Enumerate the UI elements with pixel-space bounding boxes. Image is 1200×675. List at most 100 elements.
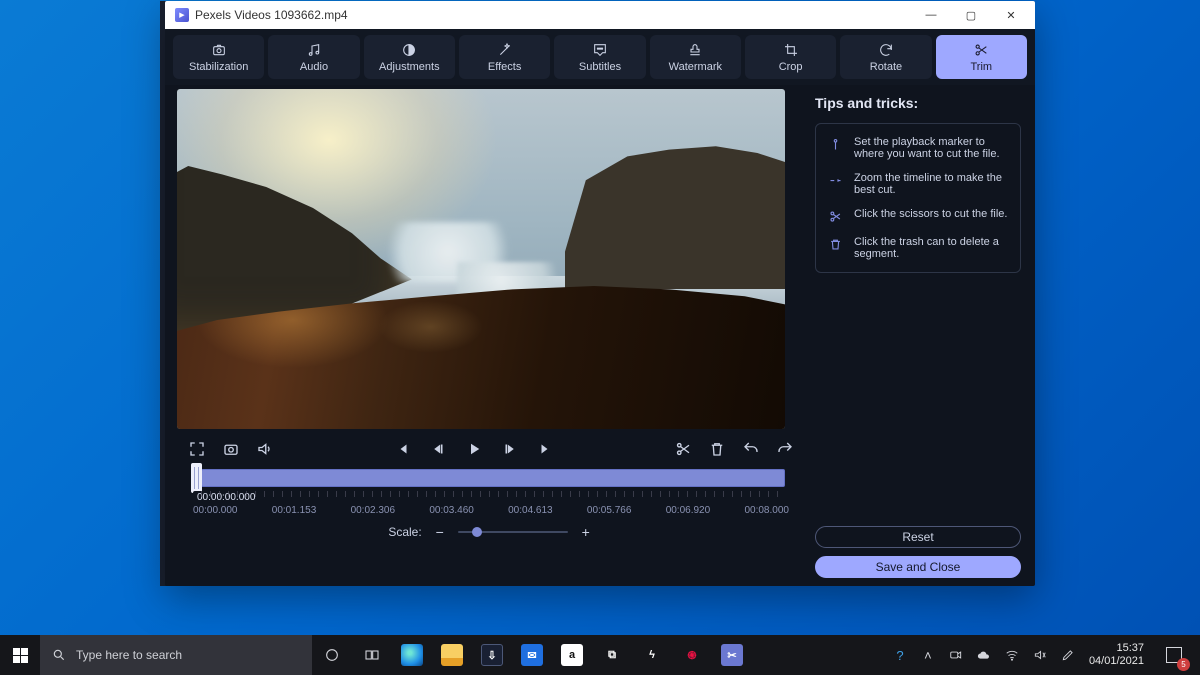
timeline-start-handle[interactable] xyxy=(191,463,202,493)
tip-text: Click the scissors to cut the file. xyxy=(854,208,1007,220)
undo-button[interactable] xyxy=(741,439,761,459)
tool-tabs: Stabilization Audio Adjustments Effects … xyxy=(165,29,1035,85)
reset-button[interactable]: Reset xyxy=(815,526,1021,548)
tab-label: Watermark xyxy=(669,61,722,73)
volume-button[interactable] xyxy=(255,439,275,459)
contrast-icon xyxy=(401,42,417,58)
video-preview[interactable] xyxy=(177,89,785,429)
taskbar-app-explorer[interactable] xyxy=(432,635,472,675)
app-window: Pexels Videos 1093662.mp4 — ▢ ✕ Stabiliz… xyxy=(165,1,1035,586)
scissors-icon xyxy=(826,209,844,224)
snapshot-button[interactable] xyxy=(221,439,241,459)
tip-item: Click the scissors to cut the file. xyxy=(826,208,1010,224)
taskbar-app-unknown-bolt[interactable]: ϟ xyxy=(632,635,672,675)
save-close-button[interactable]: Save and Close xyxy=(815,556,1021,578)
timeline-clip[interactable] xyxy=(201,469,785,487)
redo-button[interactable] xyxy=(775,439,795,459)
transport-bar xyxy=(177,429,805,463)
scale-slider-thumb[interactable] xyxy=(472,527,482,537)
tab-label: Effects xyxy=(488,61,521,73)
tab-watermark[interactable]: Watermark xyxy=(650,35,741,79)
tab-label: Crop xyxy=(779,61,803,73)
task-view-button[interactable] xyxy=(352,635,392,675)
tip-text: Click the trash can to delete a segment. xyxy=(854,236,1010,260)
tip-text: Set the playback marker to where you wan… xyxy=(854,136,1010,160)
tab-rotate[interactable]: Rotate xyxy=(840,35,931,79)
taskbar-search[interactable]: Type here to search xyxy=(40,635,312,675)
wand-icon xyxy=(497,42,513,58)
notification-badge: 5 xyxy=(1177,658,1190,671)
cut-button[interactable] xyxy=(673,439,693,459)
search-placeholder: Type here to search xyxy=(76,648,182,662)
timeline[interactable]: 00:00:00.000 00:00.000 00:01.153 00:02.3… xyxy=(177,463,805,520)
tab-adjustments[interactable]: Adjustments xyxy=(364,35,455,79)
taskbar-app-edge[interactable] xyxy=(392,635,432,675)
taskbar-app-mail[interactable]: ✉ xyxy=(512,635,552,675)
tray-pen-icon[interactable] xyxy=(1055,635,1081,675)
delete-button[interactable] xyxy=(707,439,727,459)
tab-subtitles[interactable]: Subtitles xyxy=(554,35,645,79)
speech-bubble-icon xyxy=(592,42,608,58)
crop-icon xyxy=(783,42,799,58)
tip-item: Zoom the timeline to make the best cut. xyxy=(826,172,1010,196)
scale-minus-button[interactable]: − xyxy=(432,524,448,540)
tray-onedrive-icon[interactable] xyxy=(971,635,997,675)
rotate-icon xyxy=(878,42,894,58)
stamp-icon xyxy=(687,42,703,58)
tab-crop[interactable]: Crop xyxy=(745,35,836,79)
action-center-button[interactable]: 5 xyxy=(1154,635,1194,675)
clock-date: 04/01/2021 xyxy=(1089,655,1144,668)
taskbar-app-dropbox[interactable]: ⧉ xyxy=(592,635,632,675)
timeline-ruler xyxy=(187,491,795,503)
frame-back-button[interactable] xyxy=(428,439,448,459)
camera-icon xyxy=(211,42,227,58)
window-title: Pexels Videos 1093662.mp4 xyxy=(195,8,348,22)
tray-meet-now-icon[interactable] xyxy=(943,635,969,675)
scale-label: Scale: xyxy=(388,525,421,539)
fullscreen-button[interactable] xyxy=(187,439,207,459)
minimize-button[interactable]: — xyxy=(911,1,951,29)
skip-start-button[interactable] xyxy=(392,439,412,459)
close-button[interactable]: ✕ xyxy=(991,1,1031,29)
tab-effects[interactable]: Effects xyxy=(459,35,550,79)
taskbar-clock[interactable]: 15:37 04/01/2021 xyxy=(1083,642,1152,667)
tab-label: Trim xyxy=(970,61,992,73)
taskbar-app-store[interactable]: ⇩ xyxy=(472,635,512,675)
tab-audio[interactable]: Audio xyxy=(268,35,359,79)
system-tray: ? ˄ 15:37 04/01/2021 5 xyxy=(887,635,1200,675)
tray-volume-icon[interactable] xyxy=(1027,635,1053,675)
tab-label: Audio xyxy=(300,61,328,73)
windows-logo-icon xyxy=(13,648,28,663)
tip-item: Set the playback marker to where you wan… xyxy=(826,136,1010,160)
tray-help-icon[interactable]: ? xyxy=(887,635,913,675)
play-button[interactable] xyxy=(464,439,484,459)
taskbar-app-video-editor[interactable]: ✂ xyxy=(712,635,752,675)
tab-label: Stabilization xyxy=(189,61,248,73)
tab-label: Rotate xyxy=(870,61,902,73)
titlebar[interactable]: Pexels Videos 1093662.mp4 — ▢ ✕ xyxy=(165,1,1035,29)
cortana-button[interactable] xyxy=(312,635,352,675)
tip-item: Click the trash can to delete a segment. xyxy=(826,236,1010,260)
tab-trim[interactable]: Trim xyxy=(936,35,1027,79)
start-button[interactable] xyxy=(0,635,40,675)
scissors-icon xyxy=(973,42,989,58)
maximize-button[interactable]: ▢ xyxy=(951,1,991,29)
trash-icon xyxy=(826,237,844,252)
tray-overflow-button[interactable]: ˄ xyxy=(915,635,941,675)
tips-panel: Set the playback marker to where you wan… xyxy=(815,123,1021,273)
tray-network-icon[interactable] xyxy=(999,635,1025,675)
scale-plus-button[interactable]: + xyxy=(578,524,594,540)
music-note-icon xyxy=(306,42,322,58)
tips-heading: Tips and tricks: xyxy=(815,95,1021,111)
scale-control: Scale: − + xyxy=(177,520,805,548)
scale-slider[interactable] xyxy=(458,531,568,533)
frame-forward-button[interactable] xyxy=(500,439,520,459)
tab-stabilization[interactable]: Stabilization xyxy=(173,35,264,79)
taskbar-app-amazon[interactable]: a xyxy=(552,635,592,675)
tab-label: Subtitles xyxy=(579,61,621,73)
taskbar-app-unknown-red[interactable]: ֍ xyxy=(672,635,712,675)
zoom-icon xyxy=(826,173,844,188)
search-icon xyxy=(52,648,66,662)
skip-end-button[interactable] xyxy=(536,439,556,459)
taskbar: Type here to search ⇩ ✉ a ⧉ ϟ ֍ ✂ ? ˄ 15… xyxy=(0,635,1200,675)
